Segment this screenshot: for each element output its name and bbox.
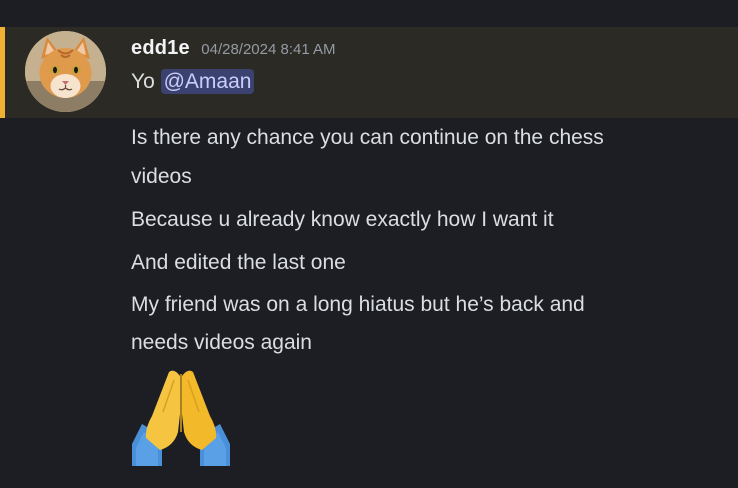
username[interactable]: edd1e: [131, 37, 190, 59]
mention-highlight-bar: [0, 27, 5, 118]
message-line: Yo @Amaan: [131, 69, 255, 94]
message-text: Yo: [131, 70, 161, 93]
message-line: Is there any chance you can continue on …: [131, 126, 604, 149]
message-line: videos: [131, 165, 192, 188]
avatar[interactable]: [25, 31, 106, 112]
message-highlight: [0, 27, 738, 118]
folded-hands-emoji: [130, 366, 232, 468]
user-mention[interactable]: @Amaan: [160, 69, 255, 94]
timestamp: 04/28/2024 8:41 AM: [201, 41, 336, 58]
message-line: Because u already know exactly how I wan…: [131, 208, 554, 231]
folded-hands-icon: [132, 370, 230, 466]
message-line: needs videos again: [131, 331, 312, 354]
message-line: My friend was on a long hiatus but he’s …: [131, 293, 585, 316]
message-header: edd1e 04/28/2024 8:41 AM: [131, 37, 336, 60]
message-line: And edited the last one: [131, 251, 346, 274]
chat-view: edd1e 04/28/2024 8:41 AM Yo @Amaan Is th…: [0, 0, 738, 488]
cat-avatar-icon: [25, 31, 106, 112]
